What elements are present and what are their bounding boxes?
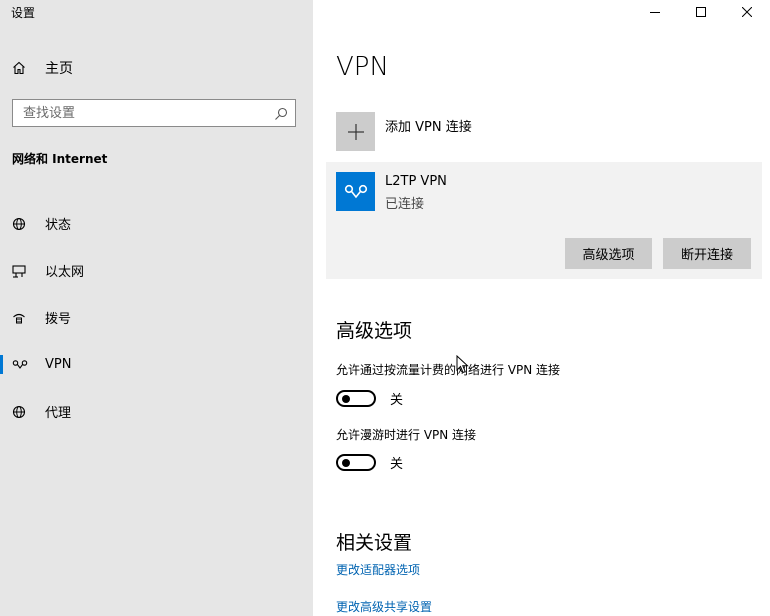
adapter-options-link[interactable]: 更改适配器选项 xyxy=(336,561,420,578)
sidebar-item-proxy[interactable]: 代理 xyxy=(0,388,313,435)
sidebar-item-label: VPN xyxy=(45,357,72,372)
close-icon xyxy=(742,7,752,17)
page-title: VPN xyxy=(336,52,389,82)
ethernet-icon xyxy=(12,264,34,278)
roaming-toggle-row: 关 xyxy=(336,453,403,472)
sidebar-item-status[interactable]: 状态 xyxy=(0,200,313,247)
app-title: 设置 xyxy=(11,6,36,20)
vpn-icon xyxy=(344,184,367,198)
search-icon[interactable] xyxy=(274,106,288,125)
proxy-globe-icon xyxy=(12,405,34,419)
toggle-knob xyxy=(342,458,350,467)
roaming-option-label: 允许漫游时进行 VPN 连接 xyxy=(336,428,477,442)
sidebar-item-label: 拨号 xyxy=(45,312,72,327)
sidebar-item-label: 以太网 xyxy=(45,265,85,280)
plus-icon xyxy=(347,123,364,140)
sidebar-item-label: 代理 xyxy=(45,406,72,421)
sidebar-item-label: 状态 xyxy=(45,218,72,233)
advanced-heading: 高级选项 xyxy=(336,320,413,342)
search-input[interactable] xyxy=(23,104,263,122)
metered-toggle-row: 关 xyxy=(336,389,403,408)
sidebar: 设置 主页 网络和 Internet 状态 以太网 xyxy=(0,0,313,616)
vpn-tile xyxy=(336,172,375,211)
add-vpn-button[interactable]: 添加 VPN 连接 xyxy=(336,112,472,151)
maximize-button[interactable] xyxy=(678,0,724,24)
window-controls xyxy=(632,0,770,24)
toggle-state: 关 xyxy=(390,457,404,472)
home-label: 主页 xyxy=(45,61,73,77)
vpn-icon xyxy=(12,359,34,371)
home-link[interactable]: 主页 xyxy=(12,56,73,80)
toggle-state: 关 xyxy=(390,393,404,408)
maximize-icon xyxy=(696,7,706,17)
sharing-settings-link[interactable]: 更改高级共享设置 xyxy=(336,598,432,615)
roaming-toggle[interactable] xyxy=(336,454,376,471)
globe-status-icon xyxy=(12,217,34,231)
dialup-icon xyxy=(12,311,34,325)
minimize-button[interactable] xyxy=(632,0,678,24)
metered-option-label: 允许通过按流量计费的网络进行 VPN 连接 xyxy=(336,363,561,377)
sidebar-item-ethernet[interactable]: 以太网 xyxy=(0,247,313,294)
add-tile xyxy=(336,112,375,151)
sidebar-item-dialup[interactable]: 拨号 xyxy=(0,294,313,341)
vpn-connection-card[interactable]: L2TP VPN 已连接 高级选项 断开连接 xyxy=(326,162,762,279)
vpn-name: L2TP VPN xyxy=(385,174,447,189)
disconnect-button[interactable]: 断开连接 xyxy=(663,238,751,269)
mouse-cursor-icon xyxy=(456,355,469,374)
home-icon xyxy=(12,61,34,75)
sidebar-nav: 状态 以太网 拨号 VPN 代理 xyxy=(0,200,313,435)
sidebar-item-vpn[interactable]: VPN xyxy=(0,341,313,388)
toggle-knob xyxy=(342,394,350,403)
advanced-options-button[interactable]: 高级选项 xyxy=(565,238,652,269)
close-button[interactable] xyxy=(724,0,770,24)
related-heading: 相关设置 xyxy=(336,532,413,554)
minimize-icon xyxy=(650,12,660,13)
vpn-status: 已连接 xyxy=(385,197,425,212)
search-box[interactable] xyxy=(12,99,296,127)
add-vpn-label: 添加 VPN 连接 xyxy=(385,120,472,135)
main-content: VPN 添加 VPN 连接 L2TP VPN 已连接 高级选项 断开连接 高级选… xyxy=(313,0,770,616)
metered-toggle[interactable] xyxy=(336,390,376,407)
section-heading: 网络和 Internet xyxy=(12,152,108,166)
